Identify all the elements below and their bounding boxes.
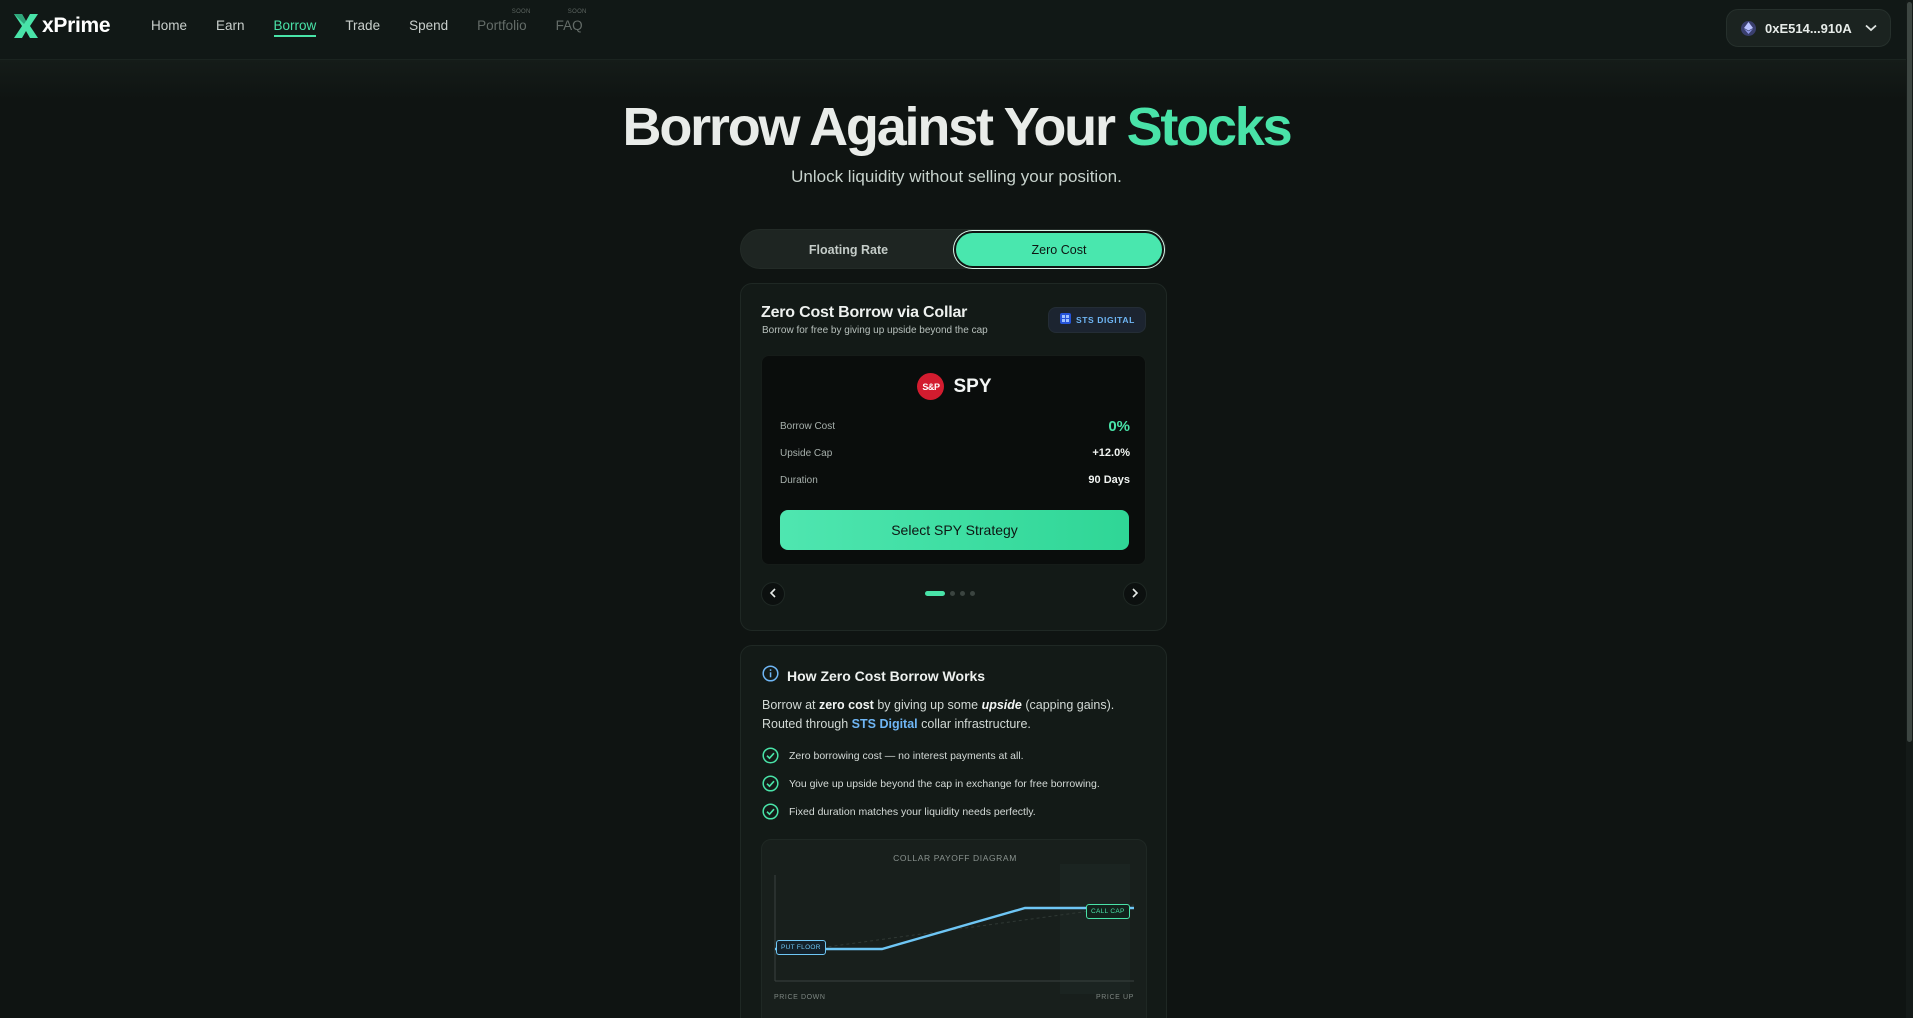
page-subtitle: Unlock liquidity without selling your po… <box>791 167 1122 186</box>
stat-upside-cap: Upside Cap +12.0% <box>780 447 1130 459</box>
how-it-works-card: How Zero Cost Borrow Works Borrow at zer… <box>740 645 1167 1018</box>
nav-link-earn[interactable]: Earn <box>216 0 245 52</box>
nav-link-borrow[interactable]: Borrow <box>273 0 317 52</box>
check-circle-icon <box>762 803 779 820</box>
check-circle-icon <box>762 775 779 792</box>
nav-link-trade[interactable]: Trade <box>345 0 380 52</box>
nav-link-faq[interactable]: FAQ SOON <box>555 0 587 52</box>
collar-payoff-diagram: COLLAR PAYOFF DIAGRAM PUT FLOOR CALL CAP… <box>761 839 1147 1018</box>
sts-digital-badge: STS DIGITAL <box>1048 307 1146 333</box>
benefit-item: You give up upside beyond the cap in exc… <box>762 775 1100 792</box>
page-scrollbar-track[interactable] <box>1906 0 1913 1018</box>
select-strategy-button[interactable]: Select SPY Strategy <box>780 510 1129 550</box>
how-it-works-header: How Zero Cost Borrow Works <box>762 665 985 687</box>
xprime-logo-icon <box>14 14 38 38</box>
rate-mode-toggle: Floating Rate Zero Cost <box>740 229 1166 269</box>
nav-link-label: FAQ <box>555 18 583 33</box>
sts-digital-logo-icon <box>1060 311 1071 329</box>
floating-rate-tab[interactable]: Floating Rate <box>744 233 953 266</box>
desc-bold: zero cost <box>818 698 874 712</box>
stat-label: Upside Cap <box>780 447 833 459</box>
cap-zone <box>1060 864 1130 994</box>
nav-link-label: Borrow <box>273 18 317 33</box>
nav-link-spend[interactable]: Spend <box>409 0 448 52</box>
strategy-card: Zero Cost Borrow via Collar Borrow for f… <box>740 283 1167 631</box>
asset-ticker: SPY <box>953 375 992 397</box>
carousel-next-button[interactable] <box>1123 582 1147 606</box>
ethereum-icon <box>1741 20 1756 36</box>
carousel-dot[interactable] <box>970 591 975 596</box>
stat-label: Borrow Cost <box>780 421 836 432</box>
payoff-chart <box>774 864 1135 994</box>
sts-digital-label: STS DIGITAL <box>1076 315 1135 325</box>
wallet-button[interactable]: 0xE514...910A <box>1726 9 1891 47</box>
desc-text: collar infrastructure. <box>917 717 1031 731</box>
top-nav: xPrime Home Earn Borrow Trade Spend Port… <box>0 0 1913 60</box>
page-scrollbar-thumb[interactable] <box>1907 2 1912 742</box>
benefit-text: Fixed duration matches your liquidity ne… <box>789 805 1036 818</box>
nav-link-label: Portfolio <box>477 18 527 33</box>
desc-text: by giving up some <box>873 698 982 712</box>
x-axis-left-label: PRICE DOWN <box>774 994 826 1001</box>
soon-badge: SOON <box>511 9 531 15</box>
nav-link-home[interactable]: Home <box>151 0 187 52</box>
how-it-works-title: How Zero Cost Borrow Works <box>787 668 986 684</box>
sp500-logo-icon: S&P <box>917 373 945 400</box>
carousel-dots <box>925 591 975 596</box>
title-accent: Stocks <box>1126 97 1293 157</box>
x-axis-right-label: PRICE UP <box>1096 994 1134 1001</box>
nav-link-label: Trade <box>345 18 381 33</box>
desc-bold-italic: upside <box>981 698 1022 712</box>
stat-duration: Duration 90 Days <box>780 474 1130 486</box>
chevron-left-icon <box>769 585 777 603</box>
carousel-dot[interactable] <box>950 591 955 596</box>
benefit-item: Zero borrowing cost — no interest paymen… <box>762 747 1024 764</box>
stat-value: 90 Days <box>1088 474 1130 486</box>
carousel-dot[interactable] <box>925 591 945 596</box>
benefit-text: You give up upside beyond the cap in exc… <box>789 777 1100 790</box>
info-icon <box>762 665 779 687</box>
brand-name: xPrime <box>42 14 111 37</box>
zero-cost-tab[interactable]: Zero Cost <box>956 233 1162 266</box>
sts-digital-link[interactable]: STS Digital <box>852 717 918 731</box>
soon-badge: SOON <box>567 9 587 15</box>
strategy-card-subtitle: Borrow for free by giving up upside beyo… <box>762 325 988 336</box>
check-circle-icon <box>762 747 779 764</box>
title-main: Borrow Against Your <box>622 97 1127 157</box>
page-title: Borrow Against Your Stocks <box>0 96 1913 158</box>
nav-link-label: Earn <box>216 18 245 33</box>
chevron-down-icon <box>1865 19 1877 37</box>
stat-value: 0% <box>1108 418 1130 435</box>
wallet-address: 0xE514...910A <box>1765 20 1852 36</box>
benefit-text: Zero borrowing cost — no interest paymen… <box>789 749 1024 762</box>
carousel-prev-button[interactable] <box>761 582 785 606</box>
how-it-works-description: Borrow at zero cost by giving up some up… <box>762 696 1152 734</box>
put-floor-label: PUT FLOOR <box>776 940 826 955</box>
asset-header: S&P SPY <box>762 373 1147 400</box>
call-cap-label: CALL CAP <box>1086 904 1130 919</box>
nav-links: Home Earn Borrow Trade Spend Portfolio SO… <box>151 0 612 52</box>
chevron-right-icon <box>1131 585 1139 603</box>
carousel-dot[interactable] <box>960 591 965 596</box>
benefit-item: Fixed duration matches your liquidity ne… <box>762 803 1036 820</box>
stat-label: Duration <box>780 474 818 486</box>
asset-strategy-panel: S&P SPY Borrow Cost 0% Upside Cap +12.0%… <box>761 355 1146 565</box>
nav-link-label: Home <box>151 18 188 33</box>
stat-value: +12.0% <box>1092 447 1130 459</box>
nav-link-label: Spend <box>409 18 449 33</box>
strategy-card-title: Zero Cost Borrow via Collar <box>761 304 968 321</box>
desc-text: Borrow at <box>762 698 819 712</box>
stat-borrow-cost: Borrow Cost 0% <box>780 418 1130 435</box>
brand-logo[interactable]: xPrime <box>14 14 111 38</box>
nav-shadow-band <box>0 60 1913 100</box>
nav-link-portfolio[interactable]: Portfolio SOON <box>477 0 530 52</box>
